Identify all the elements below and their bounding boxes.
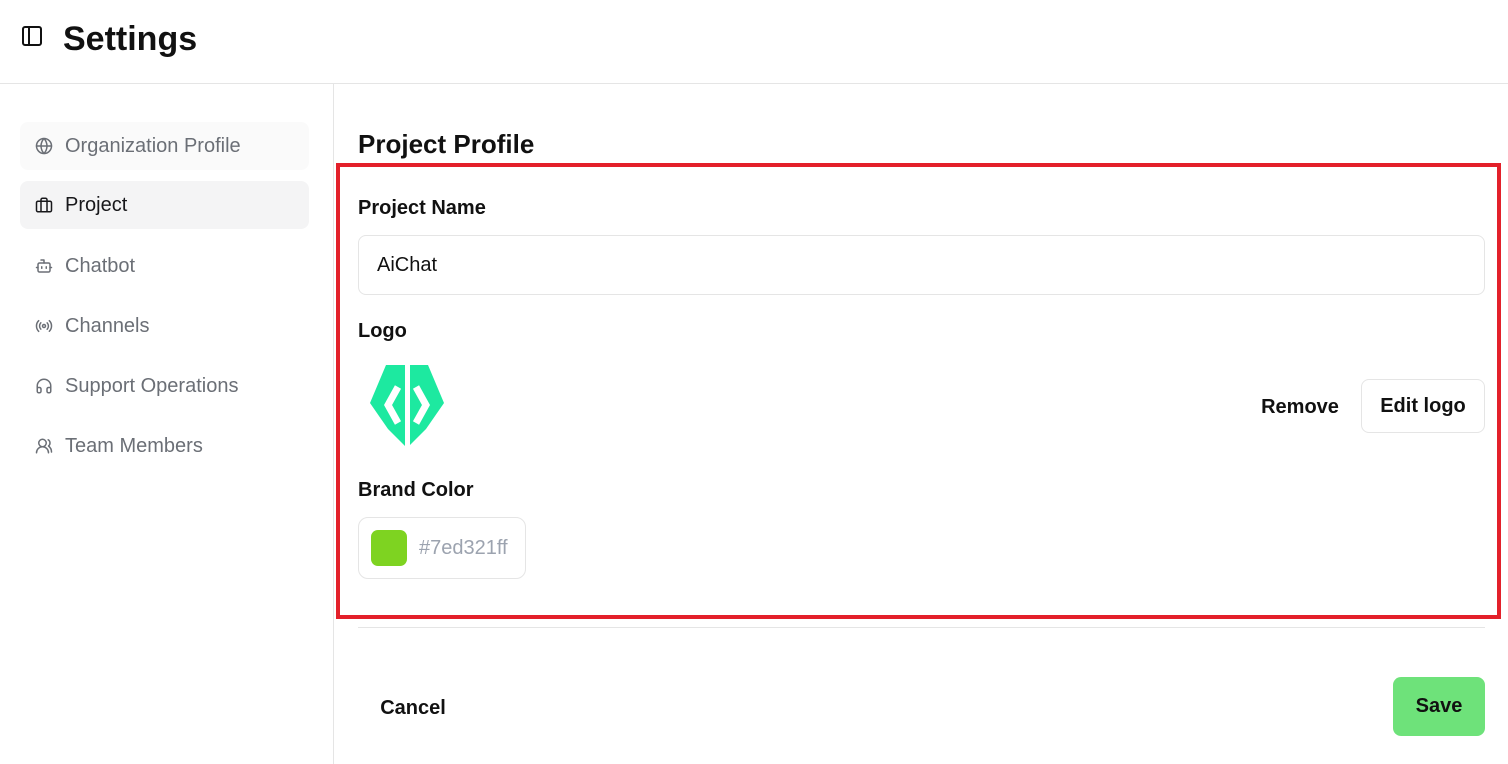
sidebar-item-organization-profile[interactable]: Organization Profile (20, 122, 309, 170)
users-icon (34, 436, 54, 456)
header-bar: Settings (0, 0, 1508, 84)
cancel-button[interactable]: Cancel (358, 680, 468, 736)
edit-logo-button[interactable]: Edit logo (1361, 379, 1485, 433)
save-button[interactable]: Save (1393, 677, 1485, 736)
section-title: Project Profile (358, 129, 535, 159)
sidebar-item-label: Chatbot (65, 255, 136, 277)
project-name-label: Project Name (358, 197, 486, 219)
project-name-input[interactable] (358, 235, 1485, 295)
bot-icon (34, 256, 54, 276)
settings-sidebar: Organization Profile Project Chatbot Cha… (0, 84, 334, 764)
sidebar-item-label: Channels (65, 315, 150, 337)
sidebar-item-label: Support Operations (65, 375, 239, 397)
divider (358, 627, 1485, 628)
briefcase-icon (34, 195, 54, 215)
sidebar-item-project[interactable]: Project (20, 181, 309, 229)
sidebar-item-chatbot[interactable]: Chatbot (20, 242, 309, 290)
sidebar-item-team-members[interactable]: Team Members (20, 422, 309, 470)
brand-color-label: Brand Color (358, 479, 474, 501)
sidebar-item-label: Organization Profile (65, 135, 241, 157)
project-logo-image (370, 365, 444, 447)
sidebar-item-label: Project (65, 194, 128, 216)
radio-broadcast-icon (34, 316, 54, 336)
remove-logo-button[interactable]: Remove (1245, 380, 1355, 434)
sidebar-panel-icon[interactable] (20, 24, 44, 48)
sidebar-item-support-operations[interactable]: Support Operations (20, 362, 309, 410)
brand-color-swatch[interactable] (371, 530, 407, 566)
headset-icon (34, 376, 54, 396)
brand-color-picker[interactable]: #7ed321ff (358, 517, 526, 579)
globe-icon (34, 136, 54, 156)
page-title: Settings (63, 20, 198, 58)
sidebar-item-channels[interactable]: Channels (20, 302, 309, 350)
sidebar-item-label: Team Members (65, 435, 203, 457)
logo-label: Logo (358, 320, 407, 342)
brand-color-value: #7ed321ff (419, 537, 508, 559)
